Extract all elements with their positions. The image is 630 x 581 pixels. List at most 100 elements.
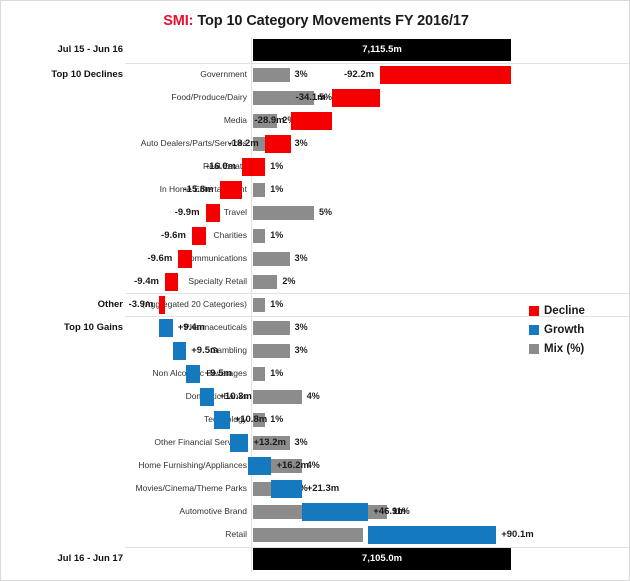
chart-container: SMI: Top 10 Category Movements FY 2016/1… [0, 0, 630, 581]
period-label-end: Jul 16 - Jun 17 [57, 553, 123, 564]
chart-row[interactable]: Food/Produce/Dairy 5% -34.1m [1, 86, 629, 109]
mix-bar [253, 275, 278, 289]
legend-label-growth: Growth [544, 323, 585, 336]
mix-swatch-icon [529, 343, 539, 354]
growth-bar [368, 526, 497, 544]
mix-value-label: 2% [282, 276, 296, 286]
chart-row[interactable]: Communications 3% -9.6m [1, 247, 629, 270]
mix-bar [253, 298, 266, 312]
category-label: Automotive Brand [179, 506, 247, 516]
chart-row[interactable]: Auto Dealers/Parts/Services 3% -18.2m [1, 132, 629, 155]
mix-bar [253, 229, 266, 243]
chart-legend: Decline Growth Mix (%) [529, 301, 625, 358]
growth-bar [199, 388, 215, 406]
mix-value-label: 5% [319, 207, 333, 217]
mix-value-label: 3% [294, 345, 308, 355]
movement-value-label: -9.4m [134, 276, 159, 287]
movement-value-label: -34.1m [295, 92, 326, 103]
plot-area: Jul 15 - Jun 16 7,115.5m Top 10 Declines Go… [1, 37, 629, 572]
column-separator [251, 431, 252, 454]
mix-value-label: 1% [270, 230, 284, 240]
column-separator [251, 477, 252, 500]
total-value-end: 7,105.0m [361, 553, 403, 564]
decline-bar [380, 66, 511, 84]
legend-item-decline[interactable]: Decline [529, 301, 625, 320]
chart-row[interactable]: Home Furnishing/Appliances 4% +16.2m [1, 454, 629, 477]
legend-item-growth[interactable]: Growth [529, 320, 625, 339]
growth-bar [159, 319, 173, 337]
growth-bar [301, 503, 369, 521]
chart-row[interactable]: Travel 5% -9.9m [1, 201, 629, 224]
movement-value-label: +9.5m [191, 345, 219, 356]
movement-value-label: +10.3m [219, 391, 252, 402]
mix-value-label: 1% [270, 184, 284, 194]
column-separator [251, 270, 252, 293]
column-separator [251, 37, 252, 63]
total-value-start: 7,115.5m [362, 44, 402, 55]
mix-value-label: 1% [270, 161, 284, 171]
growth-bar [248, 457, 272, 475]
chart-row[interactable]: Non Alcoholic Beverages 1% +9.5m [1, 362, 629, 385]
column-separator [251, 63, 252, 86]
period-label-start: Jul 15 - Jun 16 [57, 44, 123, 55]
decline-bar [191, 227, 206, 245]
growth-bar [186, 365, 200, 383]
decline-swatch-icon [529, 305, 539, 316]
chart-row[interactable]: Specialty Retail 2% -9.4m [1, 270, 629, 293]
chart-row[interactable]: Real Estate 1% -16.0m [1, 155, 629, 178]
movement-value-label: +90.1m [501, 529, 534, 540]
category-label: Movies/Cinema/Theme Parks [135, 483, 247, 493]
brand-prefix: SMI: [163, 13, 194, 29]
movement-value-label: +16.2m [276, 460, 309, 471]
chart-row[interactable]: Media 2% -28.9m [1, 109, 629, 132]
column-separator [251, 201, 252, 224]
mix-bar [253, 528, 363, 542]
growth-swatch-icon [529, 324, 539, 335]
decline-bar [164, 273, 179, 291]
column-separator [251, 500, 252, 523]
legend-label-decline: Decline [544, 304, 585, 317]
decline-bar [159, 296, 165, 314]
chart-row[interactable]: In Home Entertainment 1% -15.8m [1, 178, 629, 201]
growth-bar [214, 411, 230, 429]
chart-row[interactable]: Technology1%+10.8m [1, 408, 629, 431]
group-label: Top 10 Gains [64, 322, 123, 333]
movement-value-label: -28.9m [254, 115, 285, 126]
group-label: Top 10 Declines [51, 69, 123, 80]
column-separator [251, 178, 252, 201]
legend-item-mix[interactable]: Mix (%) [529, 339, 625, 358]
category-label: Retail [225, 529, 247, 539]
total-row-end: Jul 16 - Jun 17 7,105.0m [1, 546, 629, 572]
movement-value-label: -92.2m [343, 69, 375, 80]
movement-value-label: -16.0m [205, 161, 237, 172]
movement-value-label: +9.5m [204, 368, 232, 379]
chart-row[interactable]: Charities 1% -9.6m [1, 224, 629, 247]
chart-row[interactable]: Movies/Cinema/Theme Parks3%+21.3m [1, 477, 629, 500]
chart-row[interactable]: Retail9%+90.1m [1, 523, 629, 546]
movement-value-label: -9.9m [174, 207, 200, 218]
category-label: Other Financial Services [154, 437, 247, 447]
legend-label-mix: Mix (%) [544, 342, 585, 355]
decline-bar [242, 158, 265, 176]
chart-row[interactable]: Top 10 Declines Government 3% -92.2m [1, 63, 629, 86]
mix-value-label: 3% [294, 253, 308, 263]
decline-bar [264, 135, 291, 153]
column-separator [251, 224, 252, 247]
growth-bar [271, 480, 302, 498]
chart-row[interactable]: Other Financial Services 3% +13.2m [1, 431, 629, 454]
column-separator [251, 523, 252, 546]
total-row-start: Jul 15 - Jun 16 7,115.5m [1, 37, 629, 63]
mix-bar [253, 252, 290, 266]
movement-value-label: +10.8m [234, 414, 268, 425]
mix-bar [253, 183, 266, 197]
chart-row[interactable]: Domestic Banks 4% +10.3m [1, 385, 629, 408]
growth-bar [229, 434, 249, 452]
category-label: Home Furnishing/Appliances [138, 460, 247, 470]
decline-bar [178, 250, 192, 268]
movement-value-label: -3.9m [128, 299, 154, 310]
title-text: Top 10 Category Movements FY 2016/17 [193, 13, 469, 29]
movement-value-label: +46.9m [373, 506, 406, 517]
movement-value-label: +9.4m [177, 322, 205, 333]
growth-bar [172, 342, 187, 360]
chart-row[interactable]: Automotive Brand 11% +46.9m [1, 500, 629, 523]
